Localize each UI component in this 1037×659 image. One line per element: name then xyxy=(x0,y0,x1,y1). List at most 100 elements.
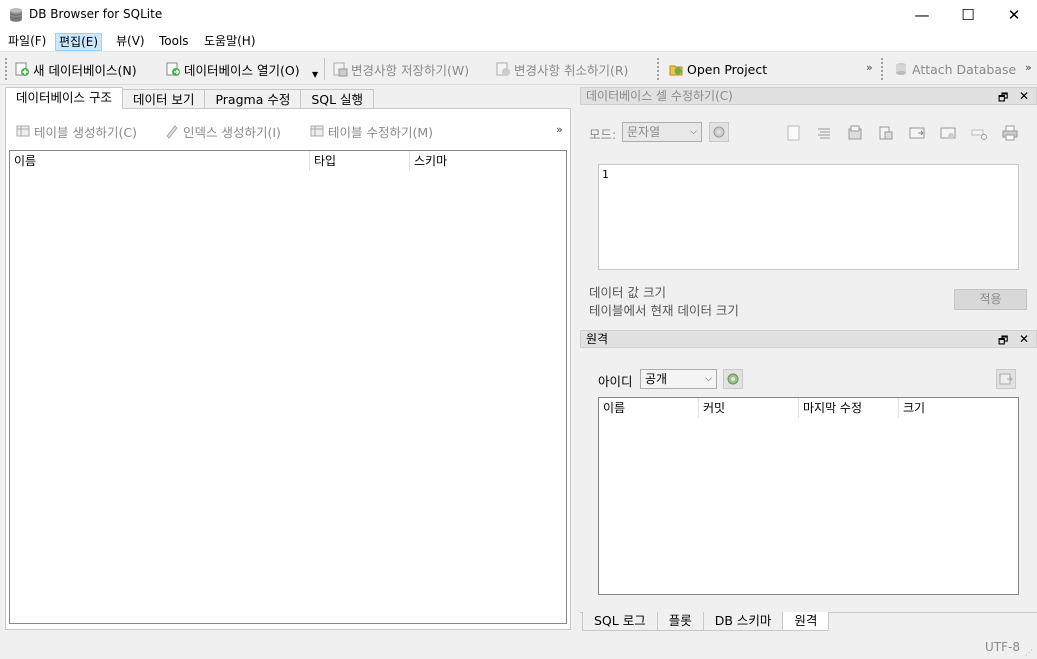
open-project-button[interactable]: Open Project xyxy=(668,59,767,79)
open-project-icon xyxy=(668,61,684,77)
identity-combo[interactable]: 공개 ⌵ xyxy=(640,369,717,389)
toolbar-grip-3[interactable] xyxy=(881,58,884,80)
remote-dock-float-icon[interactable]: 🗗 xyxy=(998,332,1008,351)
tab-browse-data[interactable]: 데이터 보기 xyxy=(121,89,206,109)
print-icon[interactable] xyxy=(1000,123,1020,143)
auto-format-icon[interactable] xyxy=(814,123,834,143)
cell-editor-content: 1 xyxy=(602,168,609,181)
erase-icon[interactable] xyxy=(969,123,989,143)
push-database-button[interactable] xyxy=(996,369,1016,389)
toolbar-separator xyxy=(324,58,325,80)
attach-database-icon xyxy=(893,61,909,77)
menu-bar: 파일(F) 편집(E) 뷰(V) Tools 도움말(H) xyxy=(0,30,1037,52)
write-changes-button[interactable]: 변경사항 저장하기(W) xyxy=(332,59,469,79)
identity-combo-value: 공개 xyxy=(645,372,668,386)
menu-tools[interactable]: Tools xyxy=(156,33,192,51)
edit-cell-dock-title: 데이터베이스 셀 수정하기(C) xyxy=(580,87,1037,105)
dock-float-icon[interactable]: 🗗 xyxy=(998,89,1008,108)
gear-icon xyxy=(711,124,727,140)
new-database-icon xyxy=(14,61,30,77)
title-bar: DB Browser for SQLite — ☐ ✕ xyxy=(0,0,1037,30)
tab-edit-pragmas[interactable]: Pragma 수정 xyxy=(204,89,302,109)
remote-tree[interactable]: 이름 커밋 마지막 수정 크기 xyxy=(598,397,1019,595)
main-toolbar: 새 데이터베이스(N) 데이터베이스 열기(O) ▼ 변경사항 저장하기(W) … xyxy=(0,53,1037,85)
import-icon[interactable] xyxy=(845,123,865,143)
toolbar-overflow-icon-2[interactable]: » xyxy=(1025,61,1032,74)
modify-table-label: 테이블 수정하기(M) xyxy=(328,124,434,140)
database-icon xyxy=(8,7,24,23)
tab-database-structure[interactable]: 데이터베이스 구조 xyxy=(5,87,123,109)
create-index-button[interactable]: 인덱스 생성하기(I) xyxy=(164,121,281,141)
remote-column-commit[interactable]: 커밋 xyxy=(699,398,799,418)
remote-column-name[interactable]: 이름 xyxy=(599,398,699,418)
actions-overflow-icon[interactable]: » xyxy=(556,123,563,136)
toolbar-grip[interactable] xyxy=(5,58,8,80)
attach-database-button[interactable]: Attach Database xyxy=(893,59,1016,79)
mode-label: 모드: xyxy=(589,127,617,142)
encoding-status: UTF-8 xyxy=(985,640,1020,654)
menu-help[interactable]: 도움말(H) xyxy=(201,33,259,51)
mode-combo[interactable]: 문자열 ⌵ xyxy=(622,122,702,142)
cell-editor-textarea[interactable]: 1 xyxy=(598,164,1019,270)
minimize-button[interactable]: — xyxy=(899,0,945,30)
revert-changes-label: 변경사항 취소하기(R) xyxy=(514,62,629,78)
mode-combo-value: 문자열 xyxy=(627,125,661,139)
tab-db-schema[interactable]: DB 스키마 xyxy=(702,612,784,631)
identity-label: 아이디 xyxy=(598,374,633,389)
toolbar-grip-2[interactable] xyxy=(657,58,660,80)
main-tabs: 데이터베이스 구조 데이터 보기 Pragma 수정 SQL 실행 xyxy=(5,87,375,109)
column-header-type[interactable]: 타입 xyxy=(310,151,410,171)
open-database-button[interactable]: 데이터베이스 열기(O) xyxy=(165,59,300,79)
create-index-icon xyxy=(164,123,180,139)
table-size-label: 테이블에서 현재 데이터 크기 xyxy=(589,303,739,318)
gear-icon xyxy=(725,371,741,387)
export-icon[interactable] xyxy=(876,123,896,143)
remote-dock-close-icon[interactable]: ✕ xyxy=(1019,332,1029,346)
tab-sql-log[interactable]: SQL 로그 xyxy=(582,612,658,631)
menu-edit[interactable]: 편집(E) xyxy=(55,33,103,51)
revert-changes-button[interactable]: 변경사항 취소하기(R) xyxy=(495,59,628,79)
menu-file[interactable]: 파일(F) xyxy=(5,33,49,51)
tab-execute-sql[interactable]: SQL 실행 xyxy=(300,89,375,109)
revert-changes-icon xyxy=(495,61,511,77)
write-changes-label: 변경사항 저장하기(W) xyxy=(351,62,470,78)
attach-database-label: Attach Database xyxy=(912,61,1017,77)
apply-button[interactable]: 적용 xyxy=(954,289,1027,310)
resize-grip-icon[interactable]: ⋰ xyxy=(1025,648,1033,657)
auto-switch-mode-button[interactable] xyxy=(709,122,729,142)
open-database-icon xyxy=(165,61,181,77)
maximize-button[interactable]: ☐ xyxy=(945,0,991,30)
tab-remote[interactable]: 원격 xyxy=(782,612,830,631)
remote-column-size[interactable]: 크기 xyxy=(899,398,1018,418)
create-table-button[interactable]: 테이블 생성하기(C) xyxy=(15,121,137,141)
open-database-label: 데이터베이스 열기(O) xyxy=(184,62,300,78)
schema-tree[interactable]: 이름 타입 스키마 xyxy=(9,150,567,624)
edit-cell-title-text: 데이터베이스 셀 수정하기(C) xyxy=(586,89,733,103)
toolbar-overflow-icon[interactable]: » xyxy=(866,61,873,74)
create-table-label: 테이블 생성하기(C) xyxy=(34,124,137,140)
create-index-label: 인덱스 생성하기(I) xyxy=(183,124,281,140)
remote-column-last-modified[interactable]: 마지막 수정 xyxy=(799,398,899,418)
new-database-button[interactable]: 새 데이터베이스(N) xyxy=(14,59,137,79)
close-button[interactable]: ✕ xyxy=(991,0,1037,30)
new-database-label: 새 데이터베이스(N) xyxy=(33,62,137,78)
chevron-down-icon: ⌵ xyxy=(705,374,712,384)
menu-view[interactable]: 뷰(V) xyxy=(113,33,148,51)
modify-table-icon xyxy=(309,123,325,139)
modify-table-button[interactable]: 테이블 수정하기(M) xyxy=(309,121,433,141)
set-null-icon[interactable] xyxy=(907,123,927,143)
column-header-name[interactable]: 이름 xyxy=(10,151,310,171)
data-size-label: 데이터 값 크기 xyxy=(589,285,666,300)
open-database-dropdown-icon[interactable]: ▼ xyxy=(312,70,318,79)
word-wrap-icon[interactable] xyxy=(784,123,804,143)
database-structure-panel: 테이블 생성하기(C) 인덱스 생성하기(I) 테이블 수정하기(M) » 이름… xyxy=(5,108,571,630)
column-header-schema[interactable]: 스키마 xyxy=(410,151,566,171)
tab-plot[interactable]: 플롯 xyxy=(656,612,704,631)
identity-settings-button[interactable] xyxy=(723,369,743,389)
upload-icon xyxy=(998,371,1014,387)
open-project-label: Open Project xyxy=(687,61,768,77)
window-title: DB Browser for SQLite xyxy=(29,7,163,21)
chevron-down-icon: ⌵ xyxy=(690,127,697,137)
dock-close-icon[interactable]: ✕ xyxy=(1019,89,1029,103)
open-in-app-icon[interactable] xyxy=(938,123,958,143)
